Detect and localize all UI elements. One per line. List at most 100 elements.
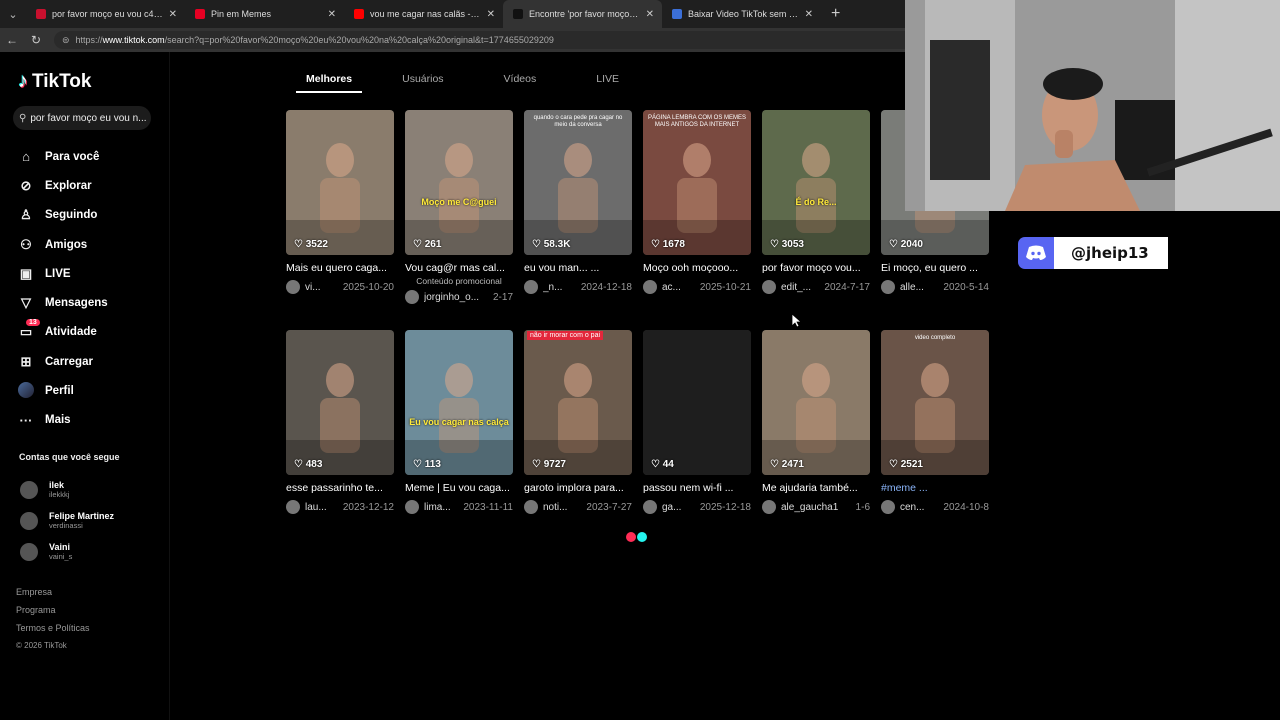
following-account[interactable]: Vaini vaini_s	[20, 536, 114, 567]
video-card[interactable]: PÁGINA LEMBRA COM OS MEMES MAIS ANTIGOS …	[643, 110, 751, 294]
video-description[interactable]: passou nem wi-fi ...	[643, 482, 751, 496]
video-card[interactable]: video completo ♡ 2521 #meme ... cen... 2024-…	[881, 330, 989, 514]
video-thumbnail[interactable]: ♡ 483	[286, 330, 394, 475]
avatar	[20, 480, 38, 499]
tiktok-logo[interactable]: ♪ TikTok	[18, 70, 91, 93]
video-card[interactable]: quando o cara pede pra cagar no meio da …	[524, 110, 632, 294]
avatar[interactable]	[524, 500, 538, 514]
video-thumbnail[interactable]: não ir morar com o pai ♡ 9727	[524, 330, 632, 475]
video-thumbnail[interactable]: ♡ 2471	[762, 330, 870, 475]
browser-tab[interactable]: Pin em Memes ✕	[185, 0, 344, 28]
sidebar-item-friends[interactable]: ⚇ Amigos	[16, 230, 108, 259]
tab-list-chevron-icon[interactable]: ⌄	[0, 0, 26, 28]
video-description[interactable]: Ei moço, eu quero ...	[881, 262, 989, 276]
browser-tab[interactable]: Encontre 'por favor moço eu vou c ✕	[503, 0, 662, 28]
tab-melhores[interactable]: Melhores	[296, 66, 363, 93]
video-description[interactable]: Moço ooh moçooo...	[643, 262, 751, 276]
video-meta: cen... 2024-10-8	[881, 500, 989, 514]
avatar[interactable]	[405, 290, 419, 304]
video-card[interactable]: É do Re... ♡ 3053 por favor moço vou... edi…	[762, 110, 870, 294]
sidebar-item-home[interactable]: ⌂ Para você	[16, 142, 108, 171]
reload-icon[interactable]: ↻	[24, 33, 48, 47]
tab-close-icon[interactable]: ✕	[805, 9, 813, 20]
author-name[interactable]: lau...	[305, 502, 327, 513]
author-name[interactable]: ac...	[662, 282, 681, 293]
video-card[interactable]: Moço me C@guei ♡ 261 Vou cag@r mas cal... C…	[405, 110, 513, 304]
video-thumbnail[interactable]: Eu vou cagar nas calça ♡ 113	[405, 330, 513, 475]
author-name[interactable]: _n...	[543, 282, 562, 293]
video-description[interactable]: Me ajudaria també...	[762, 482, 870, 496]
video-thumbnail[interactable]: video completo ♡ 2521	[881, 330, 989, 475]
video-description[interactable]: Mais eu quero caga...	[286, 262, 394, 276]
back-arrow-icon[interactable]: ←	[0, 33, 24, 47]
tab-usuarios[interactable]: Usuários	[392, 66, 453, 93]
tab-close-icon[interactable]: ✕	[169, 9, 177, 20]
video-description[interactable]: Vou cag@r mas cal...	[405, 262, 513, 276]
tab-live[interactable]: LIVE	[586, 66, 629, 93]
avatar[interactable]	[286, 280, 300, 294]
avatar[interactable]	[524, 280, 538, 294]
video-description[interactable]: esse passarinho te...	[286, 482, 394, 496]
avatar[interactable]	[405, 500, 419, 514]
video-card[interactable]: Eu vou cagar nas calça ♡ 113 Meme | Eu vou…	[405, 330, 513, 514]
author-name[interactable]: alle...	[900, 282, 924, 293]
tab-close-icon[interactable]: ✕	[328, 9, 336, 20]
author-name[interactable]: cen...	[900, 502, 924, 513]
tab-videos[interactable]: Vídeos	[494, 66, 547, 93]
footer-link-termos[interactable]: Termos e Políticas	[16, 623, 90, 641]
thumbnail-image	[762, 330, 870, 475]
browser-tab[interactable]: Baixar Video TikTok sem marca d'á ✕	[662, 0, 821, 28]
video-description[interactable]: Meme | Eu vou caga...	[405, 482, 513, 496]
avatar[interactable]	[762, 280, 776, 294]
video-thumbnail[interactable]: Moço me C@guei ♡ 261	[405, 110, 513, 255]
search-input[interactable]: ⚲ por favor moço eu vou n...	[13, 106, 151, 130]
footer-link-empresa[interactable]: Empresa	[16, 587, 90, 605]
avatar[interactable]	[881, 280, 895, 294]
sidebar-item-activity[interactable]: ▭ 13 Atividade	[16, 318, 108, 347]
video-thumbnail[interactable]: ♡ 44	[643, 330, 751, 475]
sidebar-item-label: Amigos	[45, 238, 88, 251]
sidebar-item-profile-avatar[interactable]: Perfil	[16, 376, 108, 405]
author-name[interactable]: vi...	[305, 282, 321, 293]
following-account[interactable]: ilek ilekkkj	[20, 474, 114, 505]
url-field[interactable]: ⊜ https://www.tiktok.com/search?q=por%20…	[54, 31, 914, 49]
video-card[interactable]: não ir morar com o pai ♡ 9727 garoto implo…	[524, 330, 632, 514]
video-description[interactable]: garoto implora para...	[524, 482, 632, 496]
video-description[interactable]: #meme ...	[881, 482, 989, 496]
video-card[interactable]: ♡ 483 esse passarinho te... lau... 2023-12-…	[286, 330, 394, 514]
browser-tab[interactable]: vou me cagar nas calãs - YouTube ✕	[344, 0, 503, 28]
author-name[interactable]: ale_gaucha1	[781, 502, 838, 513]
video-thumbnail[interactable]: É do Re... ♡ 3053	[762, 110, 870, 255]
video-thumbnail[interactable]: PÁGINA LEMBRA COM OS MEMES MAIS ANTIGOS …	[643, 110, 751, 255]
video-card[interactable]: ♡ 3522 Mais eu quero caga... vi... 2025-10-…	[286, 110, 394, 294]
sidebar-item-messages[interactable]: ▽ Mensagens	[16, 288, 108, 317]
browser-tab[interactable]: por favor moço eu vou c4g4r na c ✕	[26, 0, 185, 28]
new-tab-plus-icon[interactable]: +	[831, 5, 840, 23]
video-card[interactable]: ♡ 2471 Me ajudaria també... ale_gaucha1 1-6	[762, 330, 870, 514]
sidebar-item-following[interactable]: ♙ Seguindo	[16, 201, 108, 230]
video-thumbnail[interactable]: quando o cara pede pra cagar no meio da …	[524, 110, 632, 255]
author-name[interactable]: noti...	[543, 502, 567, 513]
site-info-icon[interactable]: ⊜	[62, 35, 70, 46]
tab-close-icon[interactable]: ✕	[487, 9, 495, 20]
video-card[interactable]: ♡ 44 passou nem wi-fi ... ga... 2025-12-18	[643, 330, 751, 514]
sidebar-item-compass[interactable]: ⊘ Explorar	[16, 171, 108, 200]
author-name[interactable]: jorginho_o...	[424, 292, 479, 303]
sidebar-item-upload[interactable]: ⊞ Carregar	[16, 347, 108, 376]
author-name[interactable]: edit_...	[781, 282, 811, 293]
author-name[interactable]: ga...	[662, 502, 681, 513]
video-description[interactable]: por favor moço vou...	[762, 262, 870, 276]
avatar[interactable]	[762, 500, 776, 514]
author-name[interactable]: lima...	[424, 502, 451, 513]
footer-link-programa[interactable]: Programa	[16, 605, 90, 623]
sidebar-item-more[interactable]: ··· Mais	[16, 406, 108, 435]
avatar[interactable]	[643, 500, 657, 514]
avatar[interactable]	[881, 500, 895, 514]
video-thumbnail[interactable]: ♡ 3522	[286, 110, 394, 255]
avatar[interactable]	[286, 500, 300, 514]
video-description[interactable]: eu vou man... ...	[524, 262, 632, 276]
sidebar-item-live[interactable]: ▣ LIVE	[16, 259, 108, 288]
avatar[interactable]	[643, 280, 657, 294]
following-account[interactable]: Felipe Martinez verdinassi	[20, 505, 114, 536]
tab-close-icon[interactable]: ✕	[646, 9, 654, 20]
